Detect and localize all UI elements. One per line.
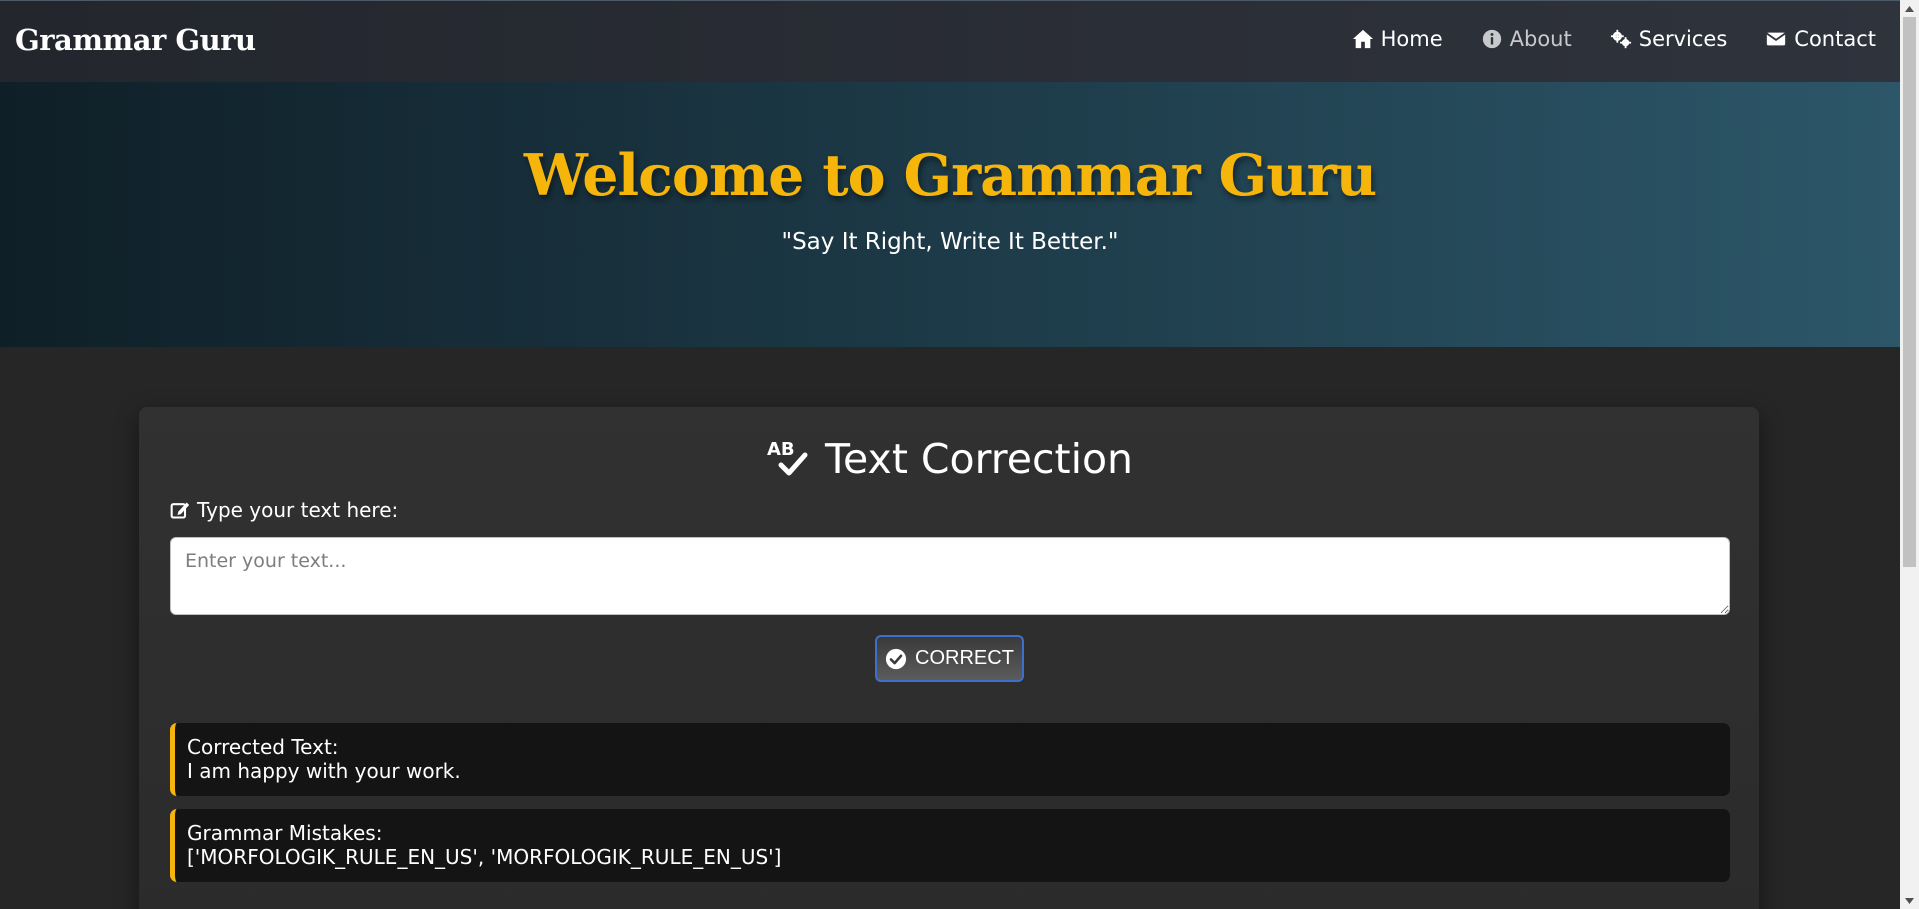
envelope-icon [1766, 32, 1786, 46]
corrected-text-heading: Corrected Text: [187, 735, 339, 759]
edit-icon [170, 502, 190, 519]
vertical-scrollbar[interactable] [1900, 0, 1919, 909]
navbar: Grammar Guru Home About Services Contact [0, 0, 1900, 82]
scroll-down-arrow-icon[interactable] [1900, 892, 1919, 909]
nav-about-link[interactable]: About [1481, 27, 1572, 51]
correct-button[interactable]: CORRECT [875, 635, 1024, 682]
brand-logo[interactable]: Grammar Guru [15, 23, 256, 57]
info-icon [1482, 29, 1501, 49]
card-title: AB Text Correction [139, 435, 1759, 483]
correct-button-label: CORRECT [915, 647, 1014, 669]
page: Grammar Guru Home About Services Contact… [0, 0, 1900, 909]
grammar-mistakes-heading: Grammar Mistakes: [187, 821, 383, 845]
grammar-mistakes-value: ['MORFOLOGIK_RULE_EN_US', 'MORFOLOGIK_RU… [187, 845, 782, 869]
card-title-text: Text Correction [824, 435, 1134, 483]
nav-services-label: Services [1638, 27, 1728, 51]
nav-about-label: About [1509, 27, 1572, 51]
check-circle-icon [885, 648, 907, 669]
spell-check-icon: AB [767, 439, 808, 476]
nav-contact-link[interactable]: Contact [1765, 27, 1876, 51]
svg-text:AB: AB [767, 439, 795, 460]
home-icon [1352, 29, 1373, 49]
scrollbar-thumb[interactable] [1903, 17, 1916, 567]
corrected-text-box: Corrected Text: I am happy with your wor… [170, 723, 1730, 796]
input-label-text: Type your text here: [197, 498, 399, 522]
grammar-mistakes-box: Grammar Mistakes: ['MORFOLOGIK_RULE_EN_U… [170, 809, 1730, 882]
nav-home-link[interactable]: Home [1352, 27, 1443, 51]
nav-home-label: Home [1380, 27, 1443, 51]
nav-contact-label: Contact [1794, 27, 1876, 51]
nav-services-link[interactable]: Services [1610, 27, 1728, 51]
nav-links: Home About Services Contact [1352, 27, 1876, 51]
input-label: Type your text here: [170, 498, 398, 522]
hero-title: Welcome to Grammar Guru [523, 142, 1377, 209]
scroll-up-arrow-icon[interactable] [1900, 0, 1919, 17]
corrected-text-value: I am happy with your work. [187, 759, 461, 783]
gears-icon [1610, 29, 1631, 49]
hero-banner: Welcome to Grammar Guru "Say It Right, W… [0, 82, 1900, 347]
text-correction-card: AB Text Correction Type your text here: … [139, 407, 1759, 909]
text-input[interactable] [170, 537, 1730, 615]
hero-subtitle: "Say It Right, Write It Better." [781, 229, 1119, 255]
